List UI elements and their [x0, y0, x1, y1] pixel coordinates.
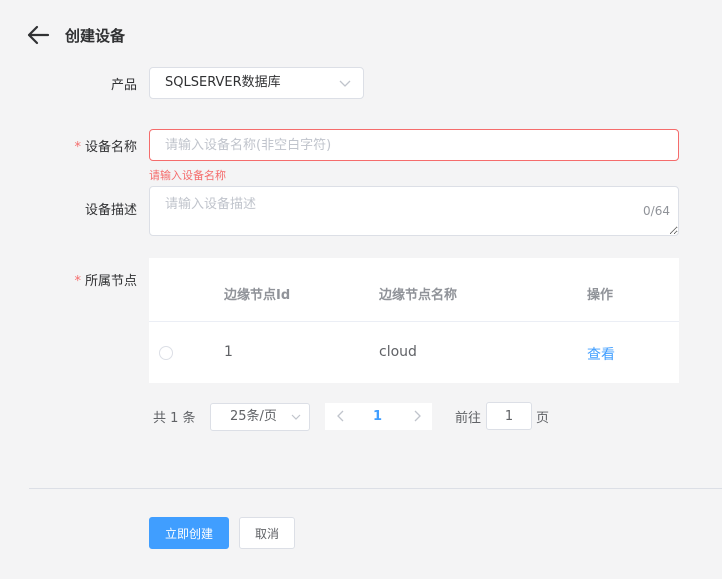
product-select[interactable]: SQLSERVER数据库 [149, 67, 364, 99]
cell-node-id: 1 [224, 344, 233, 360]
chevron-left-icon[interactable] [335, 409, 347, 423]
device-name-label: * 设备名称 [74, 140, 137, 155]
node-label: * 所属节点 [74, 274, 137, 289]
pager: 1 [325, 403, 432, 430]
cell-node-name: cloud [379, 344, 417, 360]
column-header-action: 操作 [587, 288, 614, 303]
create-button[interactable]: 立即创建 [149, 517, 229, 549]
chevron-right-icon[interactable] [411, 409, 423, 423]
node-table: 边缘节点Id 边缘节点名称 操作 1 cloud 查看 [149, 258, 679, 383]
required-mark: * [74, 140, 81, 155]
device-desc-label: 设备描述 [84, 203, 137, 218]
cancel-button[interactable]: 取消 [239, 517, 295, 549]
page-title: 创建设备 [65, 26, 126, 45]
chevron-down-icon [291, 414, 301, 420]
table-header: 边缘节点Id 边缘节点名称 操作 [149, 258, 679, 322]
product-label: 产品 [110, 78, 137, 93]
chevron-down-icon [339, 80, 351, 87]
pagination-total: 共 1 条 [153, 411, 196, 426]
column-header-node-id: 边缘节点Id [224, 288, 291, 303]
goto-label: 前往 [455, 411, 482, 426]
arrow-left-icon[interactable] [26, 24, 50, 46]
table-row[interactable]: 1 cloud 查看 [149, 322, 679, 383]
product-select-value: SQLSERVER数据库 [165, 75, 281, 90]
goto-suffix: 页 [536, 411, 550, 426]
view-link[interactable]: 查看 [587, 344, 615, 364]
page-size-select[interactable]: 25条/页 [210, 403, 310, 431]
row-radio[interactable] [159, 346, 173, 360]
goto-page-input[interactable] [486, 402, 532, 430]
column-header-node-name: 边缘节点名称 [379, 288, 458, 303]
page-number-current[interactable]: 1 [373, 409, 382, 424]
required-mark: * [74, 274, 81, 289]
device-name-error: 请输入设备名称 [149, 169, 226, 182]
char-counter: 0/64 [643, 204, 670, 218]
page-header: 创建设备 [26, 24, 125, 46]
divider [29, 488, 722, 489]
page-size-value: 25条/页 [230, 409, 277, 424]
device-name-input[interactable] [149, 129, 679, 161]
device-desc-textarea[interactable] [149, 186, 679, 236]
